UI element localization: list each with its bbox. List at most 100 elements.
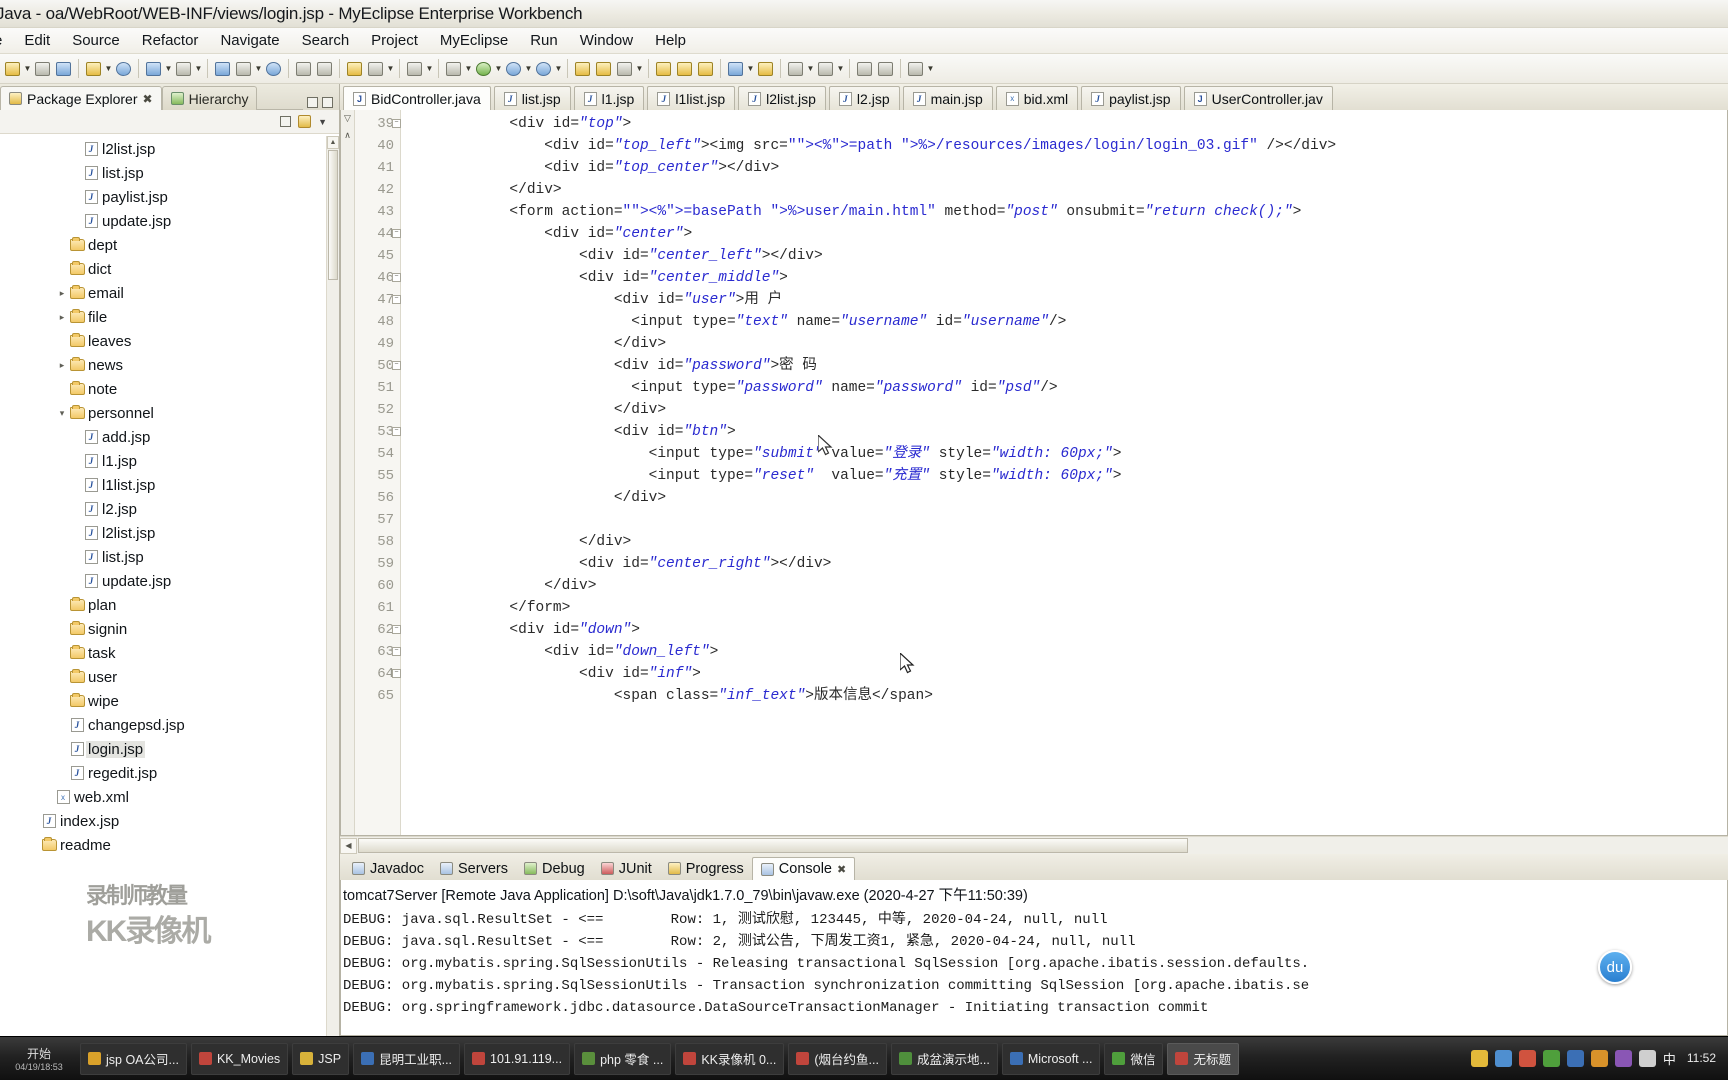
close-icon[interactable]: ✖ (837, 863, 846, 876)
taskbar-item[interactable]: 微信 (1104, 1042, 1164, 1075)
console-tab-progress[interactable]: Progress (660, 857, 752, 880)
tree-item[interactable]: ▸ email (0, 281, 339, 305)
deploy-caret[interactable]: ▼ (164, 59, 173, 79)
tree-item[interactable]: l2.jsp (0, 497, 339, 521)
code-content[interactable]: <div id="top"> <div id="top_left"><img s… (401, 110, 1727, 835)
tree-item[interactable]: user (0, 665, 339, 689)
debug-caret[interactable]: ▼ (464, 59, 473, 79)
import-icon[interactable] (314, 58, 335, 79)
server-icon[interactable] (173, 58, 194, 79)
refresh-caret[interactable]: ▼ (386, 59, 395, 79)
chevron-right-icon[interactable]: ▸ (56, 312, 68, 323)
tree-item[interactable]: update.jsp (0, 209, 339, 233)
editor-tab-l2list-jsp[interactable]: l2list.jsp (738, 86, 826, 110)
tree-item[interactable]: login.jsp (0, 737, 339, 761)
tree-item[interactable]: plan (0, 593, 339, 617)
db-explorer-icon[interactable] (212, 58, 233, 79)
chevron-right-icon[interactable]: ▸ (56, 288, 68, 299)
fold-toggle-icon[interactable]: − (392, 295, 401, 304)
scroll-left-icon[interactable]: ◀ (340, 837, 357, 854)
link-with-editor-icon[interactable] (298, 115, 312, 128)
app-icon-2[interactable] (1542, 1050, 1560, 1067)
tree-item[interactable]: l2list.jsp (0, 137, 339, 161)
refresh-icon[interactable] (365, 58, 386, 79)
console-tab-console[interactable]: Console ✖ (751, 857, 856, 880)
menu-item-myeclipse[interactable]: MyEclipse (429, 30, 519, 51)
prev-annotation-caret[interactable]: ▼ (836, 59, 845, 79)
editor-tab-list-jsp[interactable]: list.jsp (493, 86, 571, 110)
console-tab-junit[interactable]: JUnit (593, 857, 660, 880)
editor-tab-bid-xml[interactable]: bid.xml (995, 86, 1079, 110)
tree-item[interactable]: l1list.jsp (0, 473, 339, 497)
taskbar-item[interactable]: 昆明工业职... (353, 1042, 461, 1075)
project-tree[interactable]: l2list.jsp list.jsp paylist.jsp update.jsp d… (0, 134, 339, 1036)
tree-item[interactable]: list.jsp (0, 545, 339, 569)
taskbar-clock[interactable]: 11:52 (1683, 1051, 1720, 1066)
taskbar-item[interactable]: php 零食 ... (574, 1042, 672, 1075)
new-class-icon[interactable] (572, 58, 593, 79)
menu-item-navigate[interactable]: Navigate (209, 30, 290, 51)
app-icon-1[interactable] (1518, 1050, 1536, 1067)
menu-item-file[interactable]: e (0, 30, 13, 51)
h-scrollbar-thumb[interactable] (358, 838, 1188, 853)
new-package-icon[interactable] (593, 58, 614, 79)
editor-horizontal-scrollbar[interactable]: ◀ (340, 836, 1728, 854)
menu-item-edit[interactable]: Edit (13, 30, 61, 51)
tree-item[interactable]: dept (0, 233, 339, 257)
debug-icon[interactable] (443, 58, 464, 79)
export-icon[interactable] (293, 58, 314, 79)
tree-item[interactable]: regedit.jsp (0, 761, 339, 785)
taskbar-item[interactable]: (烟台约鱼... (788, 1042, 887, 1075)
db-caret[interactable]: ▼ (254, 59, 263, 79)
menu-item-project[interactable]: Project (360, 30, 429, 51)
tree-item[interactable]: dict (0, 257, 339, 281)
server-caret[interactable]: ▼ (194, 59, 203, 79)
console-output[interactable]: tomcat7Server [Remote Java Application] … (340, 880, 1728, 1036)
new-class-caret[interactable]: ▼ (635, 59, 644, 79)
last-edit-icon[interactable] (725, 58, 746, 79)
open-task-icon[interactable] (674, 58, 695, 79)
floating-assistant-badge[interactable]: du (1598, 950, 1632, 984)
new-icon[interactable] (2, 58, 23, 79)
menu-item-refactor[interactable]: Refactor (131, 30, 210, 51)
tree-item[interactable]: leaves (0, 329, 339, 353)
tree-item[interactable]: readme (0, 833, 339, 857)
chevron-down-icon[interactable]: ▽ (344, 113, 351, 124)
fold-toggle-icon[interactable]: − (392, 427, 401, 436)
tree-item[interactable]: task (0, 641, 339, 665)
new-annotation-icon[interactable] (614, 58, 635, 79)
print-icon[interactable] (53, 58, 74, 79)
perspective-caret[interactable]: ▼ (425, 59, 434, 79)
fold-toggle-icon[interactable]: − (392, 361, 401, 370)
tab-hierarchy[interactable]: Hierarchy (161, 86, 258, 110)
profile-caret[interactable]: ▼ (554, 59, 563, 79)
tree-item[interactable]: signin (0, 617, 339, 641)
tab-package-explorer[interactable]: Package Explorer ✖ (0, 86, 162, 110)
tree-item[interactable]: wipe (0, 689, 339, 713)
maximize-icon[interactable] (322, 97, 333, 108)
editor-tab-l1list-jsp[interactable]: l1list.jsp (647, 86, 736, 110)
editor-tab-paylist-jsp[interactable]: paylist.jsp (1081, 86, 1181, 110)
run-external-caret[interactable]: ▼ (524, 59, 533, 79)
source-editor[interactable]: ▽ ∧ 39− 40 41 42 43 44− 45 46−47− 48 49 50− 51 52 53−… (340, 110, 1728, 836)
tree-item[interactable]: ▸ news (0, 353, 339, 377)
taskbar-item[interactable]: KK录像机 0... (675, 1042, 785, 1075)
deploy-icon[interactable] (143, 58, 164, 79)
tree-item[interactable]: web.xml (0, 785, 339, 809)
fold-toggle-icon[interactable]: − (392, 647, 401, 656)
tree-item[interactable]: l2list.jsp (0, 521, 339, 545)
console-tab-servers[interactable]: Servers (432, 857, 516, 880)
globe-icon[interactable] (263, 58, 284, 79)
tree-item[interactable]: paylist.jsp (0, 185, 339, 209)
prev-annotation-icon[interactable] (815, 58, 836, 79)
editor-tab-usercontroller-jav[interactable]: UserController.jav (1183, 86, 1333, 110)
taskbar-item[interactable]: 101.91.119... (464, 1042, 571, 1075)
collapse-all-icon[interactable] (280, 116, 292, 127)
fold-toggle-icon[interactable]: − (392, 229, 401, 238)
fold-toggle-icon[interactable]: − (392, 625, 401, 634)
editor-tab-main-jsp[interactable]: main.jsp (902, 86, 993, 110)
view-menu-icon[interactable]: ▼ (318, 117, 327, 127)
menu-item-run[interactable]: Run (519, 30, 569, 51)
run-icon[interactable] (473, 58, 494, 79)
tree-item[interactable]: ▸ file (0, 305, 339, 329)
